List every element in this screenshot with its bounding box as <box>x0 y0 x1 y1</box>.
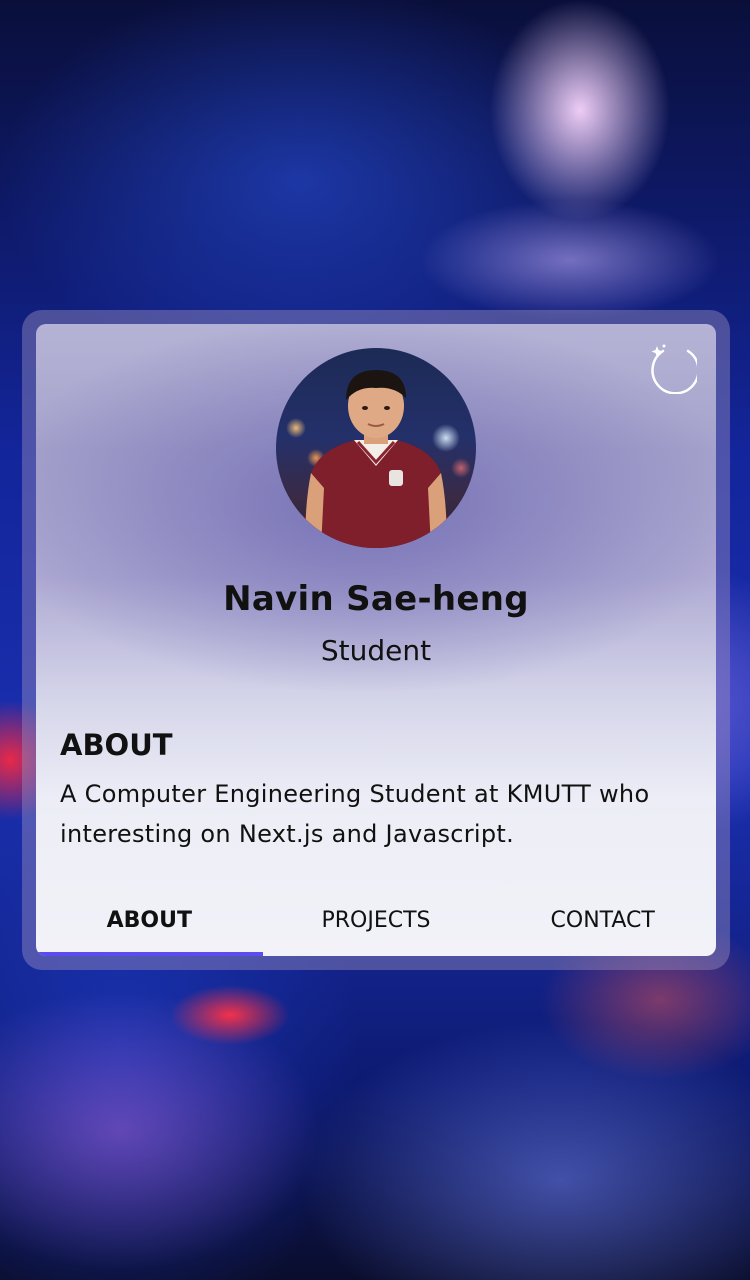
moon-sparkle-icon <box>651 344 700 395</box>
theme-toggle-button[interactable] <box>645 342 700 395</box>
tab-about[interactable]: ABOUT <box>36 884 263 956</box>
profile-name: Navin Sae-heng <box>223 579 529 619</box>
profile-card: Navin Sae-heng Student ABOUT A Computer … <box>36 324 716 956</box>
about-description: A Computer Engineering Student at KMUTT … <box>60 780 650 848</box>
avatar <box>276 348 476 548</box>
section-heading: ABOUT <box>60 728 173 762</box>
tab-projects[interactable]: PROJECTS <box>263 884 490 956</box>
avatar-photo <box>301 370 451 548</box>
profile-role: Student <box>320 634 432 667</box>
tab-bar: ABOUT PROJECTS CONTACT <box>36 884 716 956</box>
tab-contact[interactable]: CONTACT <box>489 884 716 956</box>
